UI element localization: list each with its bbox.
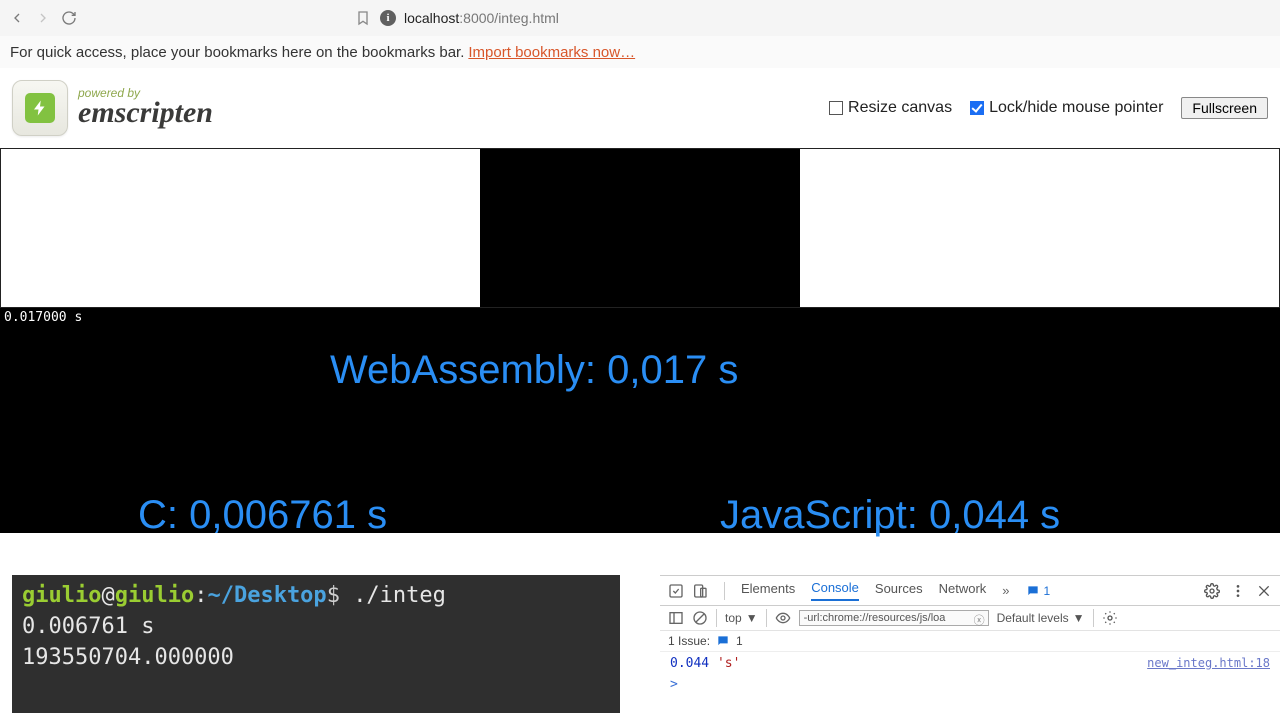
terminal-window: giulio@giulio:~/Desktop$ ./integ 0.00676… bbox=[12, 575, 620, 713]
console-sidebar-icon[interactable] bbox=[668, 610, 684, 626]
settings-icon[interactable] bbox=[1204, 583, 1220, 599]
kebab-menu-icon[interactable] bbox=[1230, 583, 1246, 599]
site-info-icon[interactable]: i bbox=[380, 10, 396, 26]
fullscreen-button[interactable]: Fullscreen bbox=[1181, 97, 1268, 119]
term-output-1: 0.006761 s bbox=[22, 612, 610, 643]
checkbox-icon bbox=[829, 101, 843, 115]
overlay-js-label: JavaScript: 0,044 s bbox=[720, 493, 1060, 538]
resize-canvas-label: Resize canvas bbox=[848, 99, 952, 117]
lock-mouse-checkbox[interactable]: Lock/hide mouse pointer bbox=[970, 99, 1163, 117]
import-bookmarks-link[interactable]: Import bookmarks now… bbox=[468, 44, 635, 61]
inspect-icon[interactable] bbox=[668, 583, 684, 599]
devtools-panel: Elements Console Sources Network » 1 bbox=[660, 575, 1280, 720]
console-value-number: 0.044 bbox=[670, 656, 709, 671]
overlay-wasm-label: WebAssembly: 0,017 s bbox=[330, 348, 738, 393]
log-levels-select[interactable]: Default levels▼ bbox=[997, 611, 1085, 625]
logo-tile-icon bbox=[12, 80, 68, 136]
app-canvas[interactable] bbox=[480, 149, 800, 307]
device-toggle-icon[interactable] bbox=[692, 583, 708, 599]
tabs-overflow-icon[interactable]: » bbox=[1002, 583, 1009, 598]
term-host: giulio bbox=[115, 583, 194, 608]
logo-brand: emscripten bbox=[78, 96, 213, 130]
console-filter-input[interactable]: -url:chrome://resources/js/loaⓧ bbox=[799, 610, 989, 626]
nav-back-icon[interactable] bbox=[8, 9, 26, 27]
nav-forward-icon[interactable] bbox=[34, 9, 52, 27]
console-source-link[interactable]: new_integ.html:18 bbox=[1147, 656, 1270, 671]
close-devtools-icon[interactable] bbox=[1256, 583, 1272, 599]
address-bar[interactable]: localhost:8000/integ.html bbox=[404, 10, 559, 26]
bookmark-icon[interactable] bbox=[354, 9, 372, 27]
console-settings-icon[interactable] bbox=[1102, 610, 1118, 626]
live-expression-icon[interactable] bbox=[775, 610, 791, 626]
issues-bar[interactable]: 1 Issue: 1 bbox=[660, 631, 1280, 652]
reload-icon[interactable] bbox=[60, 9, 78, 27]
console-prompt[interactable]: > bbox=[660, 675, 1280, 694]
canvas-container bbox=[0, 148, 1280, 308]
term-user: giulio bbox=[22, 583, 101, 608]
clear-console-icon[interactable] bbox=[692, 610, 708, 626]
bookmarks-tip-text: For quick access, place your bookmarks h… bbox=[10, 44, 464, 61]
bookmarks-tip-bar: For quick access, place your bookmarks h… bbox=[0, 36, 1280, 68]
tab-network[interactable]: Network bbox=[939, 581, 987, 600]
tab-elements[interactable]: Elements bbox=[741, 581, 795, 600]
term-path: ~/Desktop bbox=[207, 583, 326, 608]
messages-badge[interactable]: 1 bbox=[1026, 584, 1051, 598]
bolt-icon bbox=[25, 93, 55, 123]
output-console: 0.017000 s WebAssembly: 0,017 s C: 0,006… bbox=[0, 308, 1280, 533]
emscripten-logo: powered by emscripten bbox=[12, 80, 213, 136]
term-command: ./integ bbox=[353, 583, 446, 608]
tab-console[interactable]: Console bbox=[811, 580, 859, 601]
url-path: :8000/integ.html bbox=[459, 10, 559, 26]
console-value-string: 's' bbox=[717, 656, 740, 671]
context-select[interactable]: top▼ bbox=[725, 611, 758, 625]
checkbox-checked-icon bbox=[970, 101, 984, 115]
overlay-c-label: C: 0,006761 s bbox=[138, 493, 387, 538]
resize-canvas-checkbox[interactable]: Resize canvas bbox=[829, 99, 952, 117]
url-host: localhost bbox=[404, 10, 459, 26]
lock-mouse-label: Lock/hide mouse pointer bbox=[989, 99, 1163, 117]
filter-clear-icon[interactable]: ⓧ bbox=[974, 612, 985, 628]
console-log-row: 0.044 's' new_integ.html:18 bbox=[660, 652, 1280, 675]
tab-sources[interactable]: Sources bbox=[875, 581, 923, 600]
term-output-2: 193550704.000000 bbox=[22, 643, 610, 674]
console-line: 0.017000 s bbox=[4, 310, 1276, 325]
